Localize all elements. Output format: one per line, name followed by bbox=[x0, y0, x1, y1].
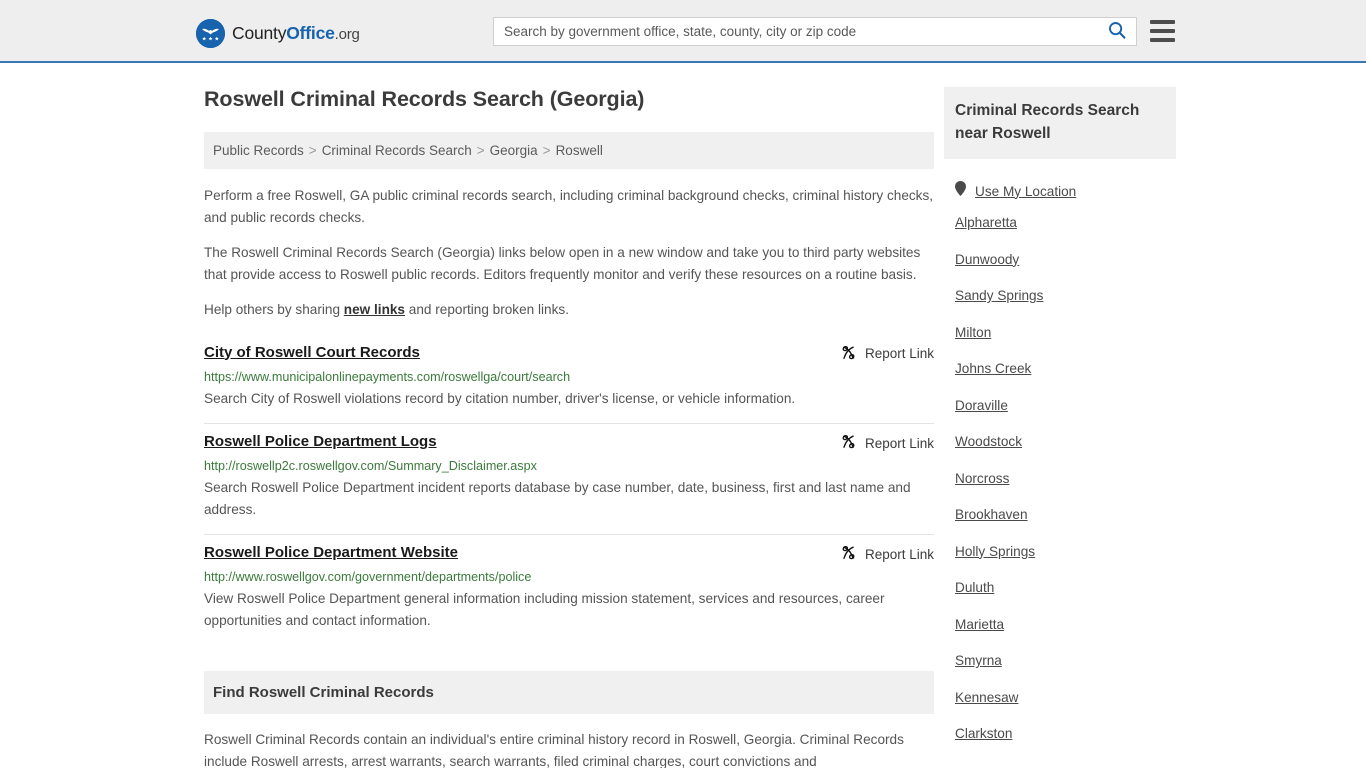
record-link-url[interactable]: http://www.roswellgov.com/government/dep… bbox=[204, 569, 934, 585]
city-link-marietta[interactable]: Marietta bbox=[955, 617, 1176, 633]
record-link-header: Roswell Police Department Website Report… bbox=[204, 543, 934, 564]
record-link-url[interactable]: https://www.municipalonlinepayments.com/… bbox=[204, 369, 934, 385]
content-row: Roswell Criminal Records Search (Georgia… bbox=[0, 87, 1366, 768]
logo-wordmark: CountyOffice.org bbox=[232, 23, 360, 44]
records-link-list: City of Roswell Court Records Report Lin… bbox=[204, 335, 934, 646]
broken-link-icon bbox=[840, 433, 857, 453]
breadcrumb-item-roswell[interactable]: Roswell bbox=[556, 143, 603, 158]
hamburger-menu-icon[interactable] bbox=[1150, 20, 1175, 42]
intro-paragraph-2: The Roswell Criminal Records Search (Geo… bbox=[204, 245, 921, 282]
sidebar: Criminal Records Search near Roswell Use… bbox=[944, 87, 1176, 768]
city-link-doraville[interactable]: Doraville bbox=[955, 398, 1176, 414]
city-link-dunwoody[interactable]: Dunwoody bbox=[955, 252, 1176, 268]
report-link-button[interactable]: Report Link bbox=[840, 343, 934, 364]
new-links-link[interactable]: new links bbox=[344, 302, 405, 317]
breadcrumb-separator: > bbox=[542, 143, 551, 158]
city-link-brookhaven[interactable]: Brookhaven bbox=[955, 507, 1176, 523]
share-text-before: Help others by sharing bbox=[204, 302, 344, 317]
sidebar-heading: Criminal Records Search near Roswell bbox=[944, 87, 1176, 159]
site-logo[interactable]: CountyOffice.org bbox=[196, 19, 360, 48]
page-title: Roswell Criminal Records Search (Georgia… bbox=[204, 87, 645, 111]
city-link-milton[interactable]: Milton bbox=[955, 325, 1176, 341]
search-input[interactable] bbox=[494, 18, 1098, 45]
intro-paragraph-1: Perform a free Roswell, GA public crimin… bbox=[204, 188, 934, 225]
broken-link-icon bbox=[840, 544, 857, 564]
city-link-sandy-springs[interactable]: Sandy Springs bbox=[955, 288, 1176, 304]
hamburger-bar-2 bbox=[1150, 29, 1175, 33]
logo-text-county: County bbox=[232, 23, 287, 43]
report-link-label: Report Link bbox=[864, 346, 934, 361]
record-link-url[interactable]: http://roswellp2c.roswellgov.com/Summary… bbox=[204, 458, 934, 474]
city-link-clarkston[interactable]: Clarkston bbox=[955, 726, 1176, 742]
city-link-alpharetta[interactable]: Alpharetta bbox=[955, 215, 1176, 231]
city-link-holly-springs[interactable]: Holly Springs bbox=[955, 544, 1176, 560]
breadcrumb-separator: > bbox=[476, 143, 485, 158]
eagle-seal-icon bbox=[196, 19, 225, 48]
record-link-description: Search Roswell Police Department inciden… bbox=[204, 480, 911, 517]
hamburger-bar-3 bbox=[1150, 38, 1175, 42]
search-bar[interactable] bbox=[493, 17, 1137, 46]
report-link-label: Report Link bbox=[864, 546, 934, 562]
report-link-label: Report Link bbox=[864, 435, 934, 451]
record-link-description: Search City of Roswell violations record… bbox=[204, 390, 796, 406]
logo-text-org: .org bbox=[334, 26, 360, 43]
record-link-header: City of Roswell Court Records Report Lin… bbox=[204, 343, 934, 364]
record-link-description: View Roswell Police Department general i… bbox=[204, 591, 885, 628]
logo-text-office: Office bbox=[286, 23, 335, 43]
broken-link-icon bbox=[840, 344, 857, 364]
breadcrumb-separator: > bbox=[308, 143, 317, 158]
city-link-norcross[interactable]: Norcross bbox=[955, 471, 1176, 487]
record-link-title[interactable]: Roswell Police Department Website bbox=[204, 543, 458, 563]
share-text-after: and reporting broken links. bbox=[405, 302, 569, 317]
record-link-header: Roswell Police Department Logs Report Li… bbox=[204, 432, 934, 453]
breadcrumb: Public Records > Criminal Records Search > G… bbox=[204, 132, 934, 169]
city-link-johns-creek[interactable]: Johns Creek bbox=[955, 361, 1176, 377]
city-link-kennesaw[interactable]: Kennesaw bbox=[955, 690, 1176, 706]
hamburger-bar-1 bbox=[1150, 20, 1175, 24]
use-my-location-row[interactable]: Use My Location bbox=[944, 181, 1176, 201]
search-icon bbox=[1108, 21, 1126, 42]
record-link-item: Roswell Police Department Logs Report Li… bbox=[204, 424, 934, 535]
intro-paragraph-3: Help others by sharing new links and rep… bbox=[204, 299, 934, 321]
report-link-button[interactable]: Report Link bbox=[840, 432, 934, 453]
page-container: Roswell Criminal Records Search (Georgia… bbox=[0, 87, 1366, 768]
city-link-smyrna[interactable]: Smyrna bbox=[955, 653, 1176, 669]
site-header: CountyOffice.org bbox=[0, 0, 1366, 63]
city-link-woodstock[interactable]: Woodstock bbox=[955, 434, 1176, 450]
find-records-body: Roswell Criminal Records contain an indi… bbox=[204, 732, 904, 768]
city-link-duluth[interactable]: Duluth bbox=[955, 580, 1176, 596]
breadcrumb-item-criminal-records-search[interactable]: Criminal Records Search bbox=[322, 143, 472, 158]
report-link-button[interactable]: Report Link bbox=[840, 543, 934, 564]
main-content: Roswell Criminal Records Search (Georgia… bbox=[204, 87, 934, 768]
breadcrumb-item-public-records[interactable]: Public Records bbox=[213, 143, 304, 158]
search-button[interactable] bbox=[1098, 18, 1136, 45]
use-my-location-link[interactable]: Use My Location bbox=[975, 184, 1076, 199]
nearby-cities-list: Alpharetta Dunwoody Sandy Springs Milton… bbox=[944, 215, 1176, 742]
record-link-item: City of Roswell Court Records Report Lin… bbox=[204, 335, 934, 424]
record-link-title[interactable]: Roswell Police Department Logs bbox=[204, 432, 437, 452]
record-link-title[interactable]: City of Roswell Court Records bbox=[204, 343, 420, 363]
breadcrumb-item-georgia[interactable]: Georgia bbox=[490, 143, 538, 158]
map-pin-icon bbox=[955, 181, 966, 201]
record-link-item: Roswell Police Department Website Report… bbox=[204, 535, 934, 645]
find-records-heading: Find Roswell Criminal Records bbox=[204, 671, 934, 714]
